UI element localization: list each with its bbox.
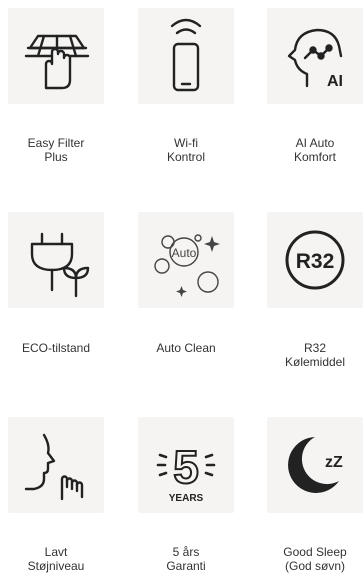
five-badge: 5 <box>173 441 199 493</box>
feature-label-easy-filter: Easy Filter Plus <box>27 136 85 164</box>
feature-tile-auto-clean: Auto <box>138 212 234 308</box>
zz-badge: zZ <box>325 454 343 471</box>
feature-label-auto-clean: Auto Clean <box>156 341 216 355</box>
five-years-icon: 5 YEARS <box>156 440 216 504</box>
years-badge: YEARS <box>169 493 204 504</box>
ai-badge: AI <box>327 73 343 90</box>
feature-tile-5-years: 5 YEARS <box>138 417 234 513</box>
auto-badge: Auto <box>172 246 197 260</box>
feature-tile-ai-auto: AI <box>267 8 363 104</box>
feature-tile-eco <box>8 212 104 308</box>
feature-tile-r32: R32 <box>267 212 363 308</box>
auto-clean-icon: Auto <box>154 234 220 297</box>
r32-icon: R32 <box>285 230 345 290</box>
feature-label-eco: ECO-tilstand <box>21 341 91 355</box>
feature-tile-good-sleep: zZ <box>267 417 363 513</box>
filter-hand-icon <box>24 34 90 90</box>
moon-sleep-icon: zZ <box>288 437 343 493</box>
low-noise-face-icon <box>24 433 84 501</box>
feature-label-r32: R32 Kølemiddel <box>284 341 346 369</box>
phone-wifi-icon <box>170 18 202 92</box>
feature-tile-wifi <box>138 8 234 104</box>
feature-label-ai-auto: AI Auto Komfort <box>293 136 336 164</box>
feature-label-low-noise: Lavt Støjniveau <box>27 545 85 573</box>
feature-tile-low-noise <box>8 417 104 513</box>
r32-badge: R32 <box>296 250 335 273</box>
ai-head-icon: AI <box>287 28 343 90</box>
eco-plug-icon <box>30 232 90 298</box>
feature-tile-easy-filter <box>8 8 104 104</box>
feature-label-wifi: Wi-fi Kontrol <box>166 136 206 164</box>
feature-label-5-years: 5 års Garanti <box>166 545 206 573</box>
feature-label-good-sleep: Good Sleep (God søvn) <box>283 545 347 573</box>
